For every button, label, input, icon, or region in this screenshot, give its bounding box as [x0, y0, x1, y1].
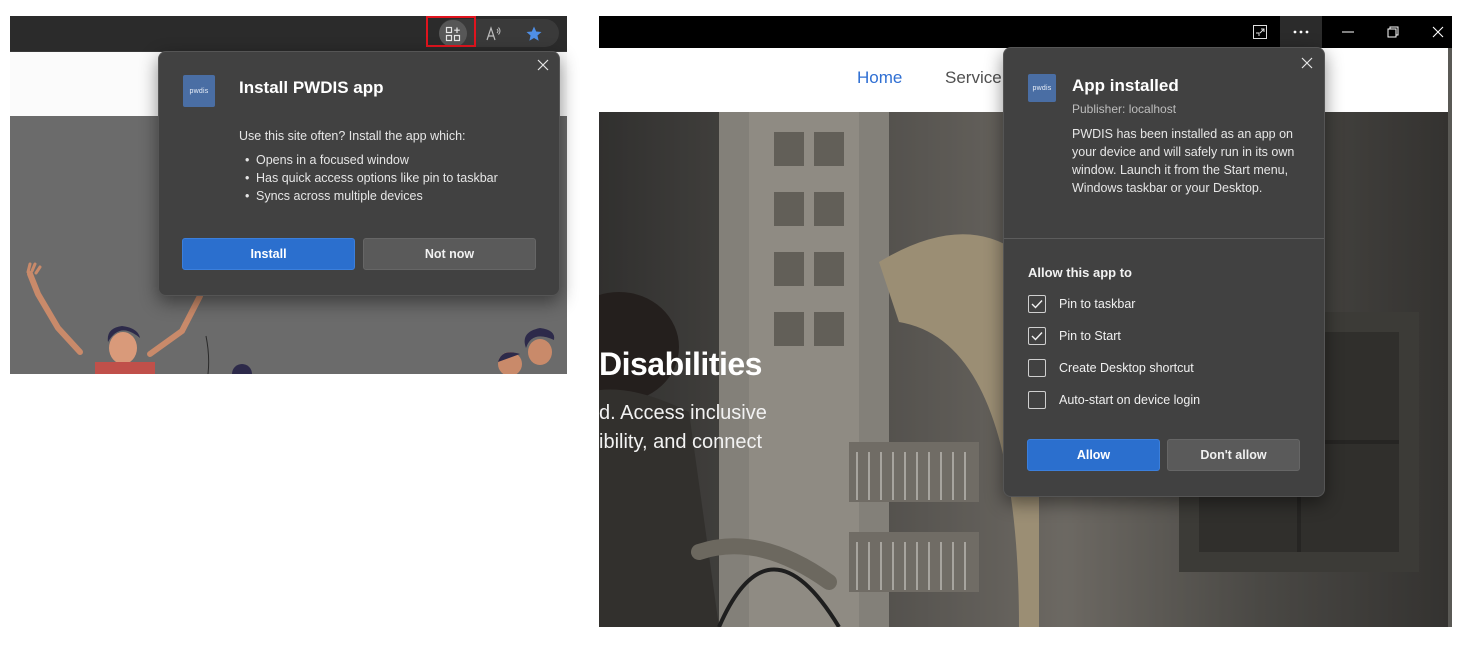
- allow-button[interactable]: Allow: [1027, 439, 1160, 471]
- popup-title: App installed: [1072, 76, 1179, 95]
- close-icon[interactable]: [1417, 16, 1452, 48]
- window-titlebar: [599, 16, 1452, 48]
- more-icon[interactable]: [1280, 16, 1322, 48]
- list-item: Has quick access options like pin to tas…: [239, 169, 498, 187]
- pin-taskbar-checkbox-row[interactable]: Pin to taskbar: [1028, 293, 1135, 315]
- permissions-label: Allow this app to: [1028, 265, 1132, 280]
- checkbox-unchecked[interactable]: [1028, 359, 1046, 377]
- install-description: PWDIS has been installed as an app on yo…: [1072, 127, 1295, 195]
- install-button[interactable]: Install: [182, 238, 355, 270]
- checkbox-label: Pin to Start: [1059, 329, 1121, 343]
- star-icon[interactable]: [520, 20, 548, 47]
- auto-start-checkbox-row[interactable]: Auto-start on device login: [1028, 389, 1200, 411]
- list-item: Opens in a focused window: [239, 151, 498, 169]
- install-intro-text: Use this site often? Install the app whi…: [239, 129, 466, 143]
- checkbox-label: Pin to taskbar: [1059, 297, 1136, 311]
- divider: [1004, 238, 1324, 239]
- feature-list: Opens in a focused window Has quick acce…: [239, 151, 498, 205]
- dont-allow-button[interactable]: Don't allow: [1167, 439, 1300, 471]
- desktop-shortcut-checkbox-row[interactable]: Create Desktop shortcut: [1028, 357, 1194, 379]
- app-installed-popup: pwdis App installed Publisher: localhost…: [1003, 47, 1325, 497]
- close-icon[interactable]: [1298, 54, 1316, 72]
- not-now-button[interactable]: Not now: [363, 238, 536, 270]
- logo-text: pwdis: [1032, 84, 1052, 92]
- pwdis-logo: pwdis: [183, 75, 215, 107]
- list-item: Syncs across multiple devices: [239, 187, 498, 205]
- hero-subtitle-line-1: d. Access inclusive: [599, 402, 767, 424]
- app-window-icon[interactable]: [1247, 16, 1273, 48]
- hero-title: Disabilities: [599, 346, 762, 382]
- logo-text: pwdis: [189, 87, 209, 95]
- nav-home-link[interactable]: Home: [857, 68, 902, 88]
- installed-app-window: Home Service Disabilities d. Access incl…: [599, 16, 1452, 627]
- checkbox-label: Create Desktop shortcut: [1059, 361, 1194, 375]
- checkbox-unchecked[interactable]: [1028, 391, 1046, 409]
- checkbox-checked[interactable]: [1028, 327, 1046, 345]
- pwdis-logo: pwdis: [1028, 74, 1056, 102]
- read-aloud-icon[interactable]: [480, 20, 508, 47]
- minimize-icon[interactable]: [1327, 16, 1369, 48]
- nav-services-link[interactable]: Service: [945, 68, 1002, 88]
- restore-icon[interactable]: [1372, 16, 1414, 48]
- install-app-popup: pwdis Install PWDIS app Use this site of…: [158, 51, 560, 296]
- hero-subtitle-line-2: ibility, and connect: [599, 431, 763, 453]
- checkbox-label: Auto-start on device login: [1059, 393, 1201, 407]
- browser-address-bar-area: [10, 16, 567, 52]
- checkbox-checked[interactable]: [1028, 295, 1046, 313]
- close-icon[interactable]: [534, 56, 552, 74]
- pin-start-checkbox-row[interactable]: Pin to Start: [1028, 325, 1121, 347]
- popup-title: Install PWDIS app: [239, 78, 384, 97]
- highlight-box: [426, 16, 476, 47]
- publisher-text: Publisher: localhost: [1072, 102, 1177, 116]
